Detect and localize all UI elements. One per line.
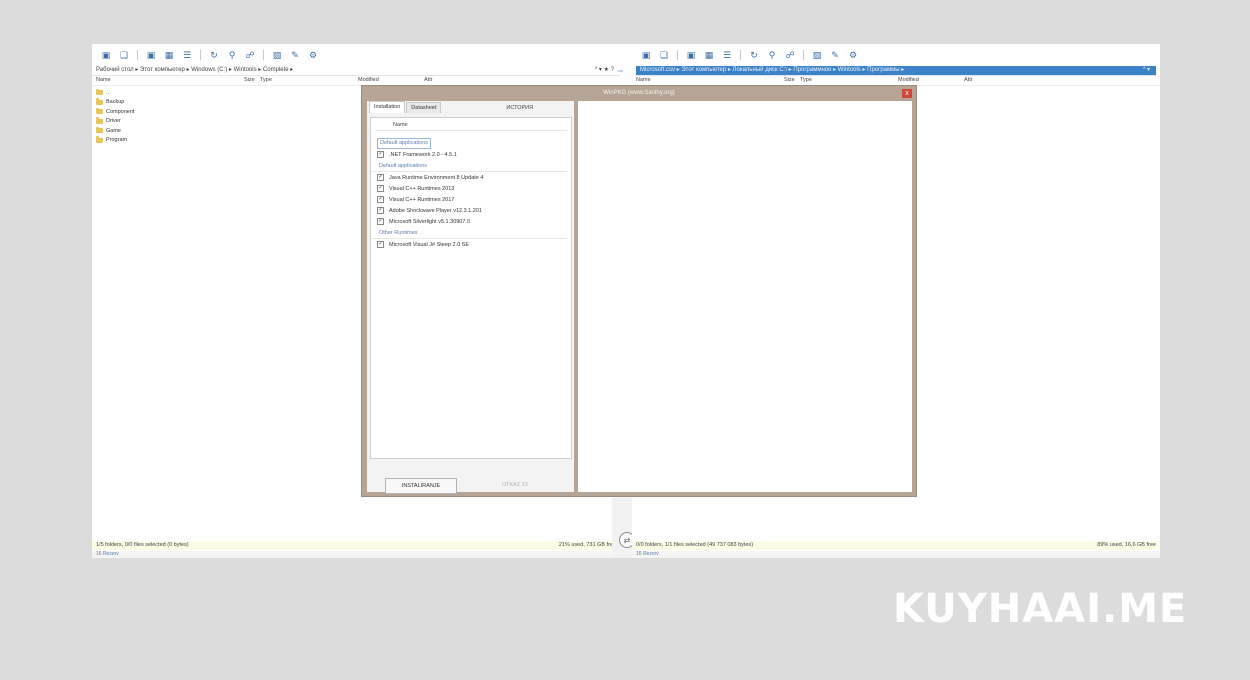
list-item[interactable]: ✓ .NET Framework 2.0 - 4.5.1 <box>371 149 571 160</box>
drive-icon[interactable]: ▣ <box>143 49 159 61</box>
installer-dialog[interactable]: WinPKG (www.Santhy.org) x Installation D… <box>362 86 916 496</box>
left-bottom-strip: 16 Rezerv <box>92 551 620 558</box>
sync-icon[interactable]: ↻ <box>206 49 222 61</box>
toolbar-divider <box>803 50 804 60</box>
col-attr[interactable]: Attr <box>964 76 973 85</box>
col-type[interactable]: Type <box>260 76 358 85</box>
left-bottom-text[interactable]: 16 Rezerv <box>96 551 119 557</box>
edit-icon[interactable]: ✎ <box>287 49 303 61</box>
right-bottom-text[interactable]: 16 Rezerv <box>636 551 659 557</box>
left-status-bar: 1/5 folders, 0/0 files selected (0 bytes… <box>92 541 620 550</box>
left-status-text: 1/5 folders, 0/0 files selected (0 bytes… <box>96 542 189 548</box>
settings-icon[interactable]: ⚙ <box>845 49 861 61</box>
settings-icon[interactable]: ⚙ <box>305 49 321 61</box>
list-item[interactable]: ✓ Microsoft Visual J# Steep 2.0 SE <box>371 239 571 250</box>
left-toolbar: ▣ ❏ ▣ ▦ ☰ ↻ ⚲ ☍ ▧ ✎ ⚙ <box>92 44 620 66</box>
folder-icon <box>96 136 103 143</box>
col-size[interactable]: Size <box>784 76 800 85</box>
install-button[interactable]: INSTALIRANJE <box>385 478 457 494</box>
dialog-title: WinPKG (www.Santhy.org) <box>603 90 675 96</box>
archive-icon[interactable]: ▧ <box>809 49 825 61</box>
cancel-button[interactable]: OTKAZ 1X <box>485 478 545 492</box>
toolbar-divider <box>740 50 741 60</box>
left-free-space: 21% used, 731 GB free <box>558 542 616 548</box>
drive-icon[interactable]: ▣ <box>638 49 654 61</box>
right-status-text: 0/0 folders, 1/1 files selected (49 737 … <box>636 542 754 548</box>
left-path-text: Рабочий стол ▸ Этот компьютер ▸ Windows … <box>96 67 294 73</box>
toolbar-divider <box>137 50 138 60</box>
right-path-controls[interactable]: * ▾ <box>1143 66 1150 75</box>
list-icon[interactable]: ☰ <box>719 49 735 61</box>
folder-icon <box>96 117 103 124</box>
tab-history[interactable]: ИСТОРИЯ <box>506 103 533 113</box>
col-name[interactable]: Name <box>636 76 784 85</box>
toolbar-divider <box>263 50 264 60</box>
edit-icon[interactable]: ✎ <box>827 49 843 61</box>
dialog-left-panel: Installation Datasheet ИСТОРИЯ Name Defa… <box>367 101 574 494</box>
arrow-right-icon[interactable]: ⇨ <box>618 68 623 75</box>
view-icon[interactable]: ▦ <box>161 49 177 61</box>
col-modified[interactable]: Modified <box>358 76 424 85</box>
right-toolbar: ▣ ❏ ▣ ▦ ☰ ↻ ⚲ ☍ ▧ ✎ ⚙ <box>632 44 1160 66</box>
list-item[interactable]: ✓ Microsoft Silverlight v5.1.30907.0 <box>371 216 571 227</box>
col-attr[interactable]: Attr <box>424 76 433 85</box>
find-icon[interactable]: ⚲ <box>224 49 240 61</box>
checkbox-checked[interactable]: ✓ <box>377 151 384 158</box>
checkbox-checked[interactable]: ✓ <box>377 207 384 214</box>
col-modified[interactable]: Modified <box>898 76 964 85</box>
view-icon[interactable]: ▦ <box>701 49 717 61</box>
ftp-icon[interactable]: ☍ <box>782 49 798 61</box>
group-default-applications[interactable]: Default applications <box>377 138 432 149</box>
dialog-tabs: Installation Datasheet ИСТОРИЯ <box>367 101 574 113</box>
col-size[interactable]: Size <box>244 76 260 85</box>
folder-icon <box>96 126 103 134</box>
list-item[interactable]: ✓ Java Runtime Environment 8 Update 4 <box>371 172 571 183</box>
checkbox-checked[interactable]: ✓ <box>377 218 384 225</box>
copy-icon[interactable]: ❏ <box>116 49 132 61</box>
folder-icon <box>96 107 103 115</box>
toolbar-divider <box>200 50 201 60</box>
sync-icon[interactable]: ↻ <box>746 49 762 61</box>
checkbox-checked[interactable]: ✓ <box>377 185 384 192</box>
left-column-header: Name Size Type Modified Attr <box>92 76 620 86</box>
find-icon[interactable]: ⚲ <box>764 49 780 61</box>
checkbox-checked[interactable]: ✓ <box>377 196 384 203</box>
right-path-text: Microsoft.csv ▸ Этот компьютер ▸ Локальн… <box>640 67 905 73</box>
copy-icon[interactable]: ❏ <box>656 49 672 61</box>
drive-icon[interactable]: ▣ <box>98 49 114 61</box>
left-path-controls[interactable]: * ▾ ★ ? <box>595 66 614 75</box>
right-free-space: 89% used, 16,6 GB free <box>1097 542 1156 548</box>
drive-icon[interactable]: ▣ <box>683 49 699 61</box>
list-item[interactable]: ✓ Adobe Shockwave Player v12.3.1.201 <box>371 205 571 216</box>
right-bottom-strip: 16 Rezerv <box>632 551 1160 558</box>
folder-icon <box>96 88 103 96</box>
applications-list: Name Default applications ✓ .NET Framewor… <box>370 117 572 459</box>
folder-icon <box>96 98 103 105</box>
list-item[interactable]: ✓ Visual C++ Runtimes 2017 <box>371 194 571 205</box>
col-type[interactable]: Type <box>800 76 898 85</box>
left-path-bar[interactable]: Рабочий стол ▸ Этот компьютер ▸ Windows … <box>92 66 620 76</box>
checkbox-checked[interactable]: ✓ <box>377 241 384 248</box>
close-icon[interactable]: x <box>902 89 912 98</box>
watermark-logo: KUYHAAI.ME <box>893 586 1188 632</box>
ftp-icon[interactable]: ☍ <box>242 49 258 61</box>
col-name[interactable]: Name <box>96 76 244 85</box>
tab-datasheet[interactable]: Datasheet <box>406 102 442 113</box>
toolbar-divider <box>677 50 678 60</box>
list-item[interactable]: ✓ Visual C++ Runtimes 2013 <box>371 183 571 194</box>
group-other-runtimes[interactable]: Other Runtimes <box>371 229 567 239</box>
group-default-applications-2[interactable]: Default applications <box>371 162 567 172</box>
right-path-bar[interactable]: Microsoft.csv ▸ Этот компьютер ▸ Локальн… <box>636 66 1156 76</box>
list-header-name[interactable]: Name <box>375 120 567 131</box>
list-icon[interactable]: ☰ <box>179 49 195 61</box>
dialog-info-panel <box>578 101 912 492</box>
right-column-header: Name Size Type Modified Attr <box>632 76 1160 86</box>
right-status-bar: 0/0 folders, 1/1 files selected (49 737 … <box>632 541 1160 550</box>
tab-installation[interactable]: Installation <box>369 101 406 113</box>
archive-icon[interactable]: ▧ <box>269 49 285 61</box>
checkbox-checked[interactable]: ✓ <box>377 174 384 181</box>
